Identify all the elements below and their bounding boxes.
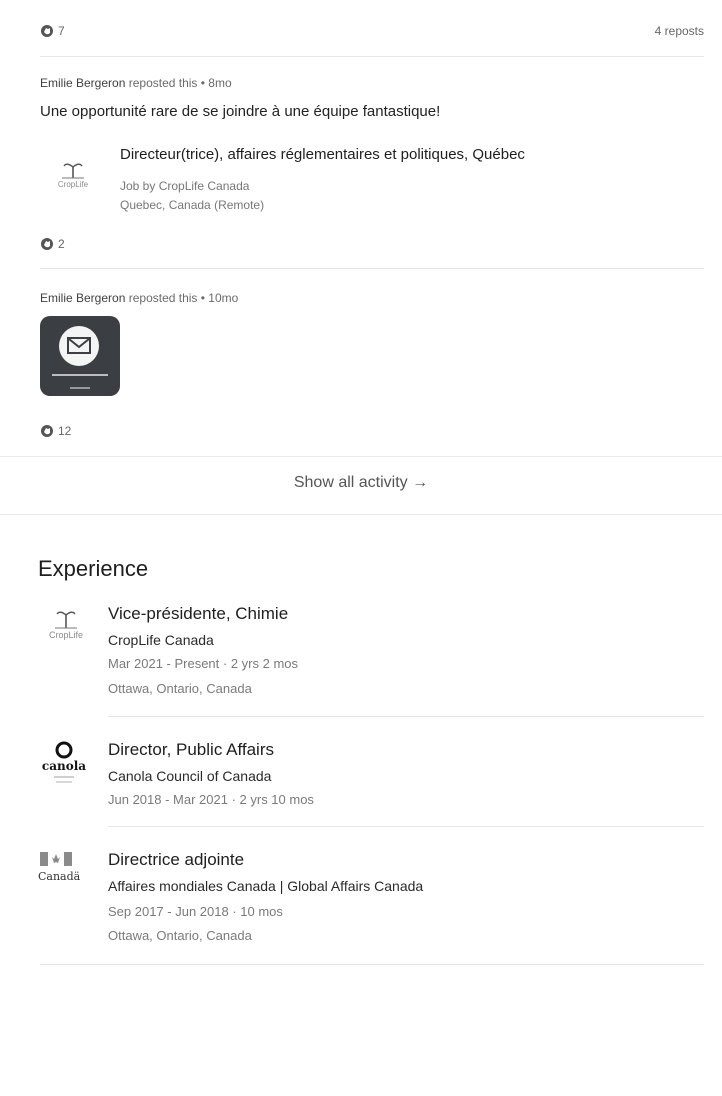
- reaction-count: 2: [58, 237, 65, 251]
- reposter-name[interactable]: Emilie Bergeron: [40, 76, 125, 90]
- experience-role[interactable]: Director, Public Affairs: [108, 740, 274, 760]
- experience-org: CropLife Canada: [108, 632, 214, 648]
- reactions-summary[interactable]: 7: [40, 24, 65, 38]
- reposts-count[interactable]: 4 reposts: [655, 24, 704, 38]
- croplife-logo: CropLife: [44, 154, 102, 194]
- reactions-summary[interactable]: 12: [40, 424, 71, 438]
- job-company: Job by CropLife Canada: [120, 179, 250, 193]
- experience-org: Affaires mondiales Canada | Global Affai…: [108, 878, 424, 894]
- job-location: Quebec, Canada (Remote): [120, 198, 265, 212]
- divider: [108, 826, 704, 827]
- job-title[interactable]: Directeur(trice), affaires réglementaire…: [120, 146, 525, 163]
- divider: [0, 514, 722, 515]
- divider: [40, 56, 704, 57]
- thumbnail-caption: [52, 374, 108, 376]
- experience-dates: Jun 2018 - Mar 2021 · 2 yrs 10 mos: [108, 792, 314, 807]
- repost-header: Emilie Bergeron reposted this • 10mo: [40, 291, 238, 305]
- divider: [108, 716, 704, 717]
- reactions-summary[interactable]: 2: [40, 237, 65, 251]
- croplife-logo: CropLife: [36, 604, 96, 664]
- profile-page: 7 4 reposts Emilie Bergeron reposted thi…: [0, 0, 722, 1096]
- reaction-count: 12: [58, 424, 72, 438]
- repost-action: reposted this • 8mo: [128, 76, 232, 90]
- experience-org: Canola Council of Canada: [108, 768, 272, 784]
- divider: [0, 456, 722, 457]
- clap-icon: [41, 238, 53, 250]
- svg-text:canola: canola: [42, 759, 86, 773]
- experience-dates: Mar 2021 - Present · 2 yrs 2 mos: [108, 656, 299, 671]
- canada-wordmark-logo: Canadä: [36, 850, 96, 910]
- svg-text:Canadä: Canadä: [38, 870, 81, 883]
- sprout-icon: CropLife: [58, 163, 89, 189]
- envelope-icon: [59, 326, 99, 366]
- divider: [40, 964, 704, 965]
- post-text[interactable]: Une opportunité rare de se joindre à une…: [40, 103, 440, 120]
- clap-icon: [41, 25, 53, 37]
- experience-dates: Sep 2017 - Jun 2018 · 10 mos: [108, 904, 283, 919]
- post-thumbnail[interactable]: [40, 316, 120, 396]
- experience-heading: Experience: [38, 556, 149, 581]
- divider: [40, 268, 704, 269]
- experience-role[interactable]: Directrice adjointe: [108, 850, 244, 870]
- experience-role[interactable]: Vice-présidente, Chimie: [108, 604, 288, 624]
- repost-action: reposted this • 10mo: [128, 291, 239, 305]
- experience-location: Ottawa, Ontario, Canada: [108, 928, 252, 943]
- reposter-name[interactable]: Emilie Bergeron: [40, 291, 125, 305]
- logo-text: CropLife: [58, 180, 89, 189]
- show-all-activity-link[interactable]: Show all activity →: [0, 474, 722, 492]
- reaction-count: 7: [58, 24, 65, 38]
- thumbnail-caption: [70, 387, 90, 389]
- job-card[interactable]: CropLife Directeur(trice), affaires régl…: [44, 146, 684, 216]
- clap-icon: [41, 425, 53, 437]
- repost-header: Emilie Bergeron reposted this • 8mo: [40, 76, 232, 90]
- experience-location: Ottawa, Ontario, Canada: [108, 681, 252, 696]
- canola-logo: canola: [36, 740, 96, 800]
- svg-text:CropLife: CropLife: [49, 630, 83, 640]
